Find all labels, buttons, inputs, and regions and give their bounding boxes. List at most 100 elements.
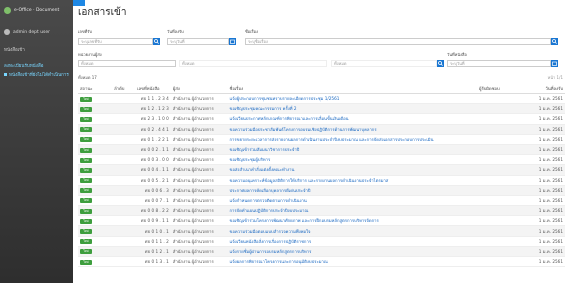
- table-row[interactable]: ใหม่ ศธ 0 1 . 2 2 1 สำนักงาน ผู้อำนวยการ กา…: [78, 134, 565, 145]
- no-cell: [112, 225, 136, 237]
- no-cell: [112, 215, 136, 227]
- owner-cell: [477, 113, 518, 125]
- title-cell[interactable]: การขยายระยะเวลาการส่งรายงานผลการดำเนินงา…: [227, 134, 478, 145]
- owner-cell: [477, 205, 518, 217]
- title-cell[interactable]: แจ้งเวียนหนังสือสั่งการเรื่องการปฏิบัติร…: [227, 236, 478, 247]
- app-logo[interactable]: e-Office · Document: [4, 4, 68, 16]
- docno-cell: ศธ 0 2 . 4 4 1: [135, 124, 171, 135]
- owner-cell: [477, 144, 518, 156]
- title-cell[interactable]: ขอเชิญเข้าร่วมสัมมนาวิชาการประจำปี: [227, 144, 478, 156]
- table-body: ใหม่ ศธ 1 1 . 2 3 4 สำนักงาน ผู้อำนวยการ แจ…: [78, 93, 565, 268]
- title-cell[interactable]: แจ้งรายชื่อผู้ผ่านการอบรมหลักสูตรการบริห…: [227, 246, 478, 258]
- docno-cell: ศธ 0 1 . 2 2 1: [135, 134, 171, 145]
- status-cell: ใหม่: [78, 205, 113, 217]
- no-cell: [112, 185, 136, 196]
- title-cell[interactable]: แจ้งผู้ประกอบการชุมชนทราบรายละเอียดการปร…: [227, 93, 478, 105]
- title-cell[interactable]: การจัดทำแผนปฏิบัติการประจำปีงบประมาณ: [227, 205, 478, 217]
- filter-search-button[interactable]: [437, 60, 444, 67]
- receive-date-input[interactable]: ระบุวันที่: [167, 38, 229, 45]
- table-row[interactable]: ใหม่ ศธ 0 1 1 . 2 สำนักงาน ผู้อำนวยการ แจ้ง…: [78, 236, 565, 247]
- table-row[interactable]: ใหม่ ศธ 0 0 9 . 1 1 สำนักงาน ผู้อำนวยการ ขอ…: [78, 215, 565, 227]
- table-row[interactable]: ใหม่ ศธ 0 1 3 . 1 สำนักงาน ผู้อำนวยการ แจ้ง…: [78, 256, 565, 268]
- table-row[interactable]: ใหม่ ศธ 1 1 . 2 3 4 สำนักงาน ผู้อำนวยการ แจ…: [78, 93, 565, 105]
- sender-cell: สำนักงาน ผู้อำนวยการ: [170, 236, 228, 247]
- owner-cell: [477, 236, 518, 247]
- title-cell[interactable]: ขอเชิญเข้าร่วมโครงการพัฒนาศักยภาพ และการ…: [227, 215, 478, 227]
- table-row[interactable]: ใหม่ ศธ 1 2 . 1 2 3 สำนักงาน ผู้อำนวยการ ขอ…: [78, 103, 565, 115]
- status-cell: ใหม่: [78, 195, 113, 207]
- table-header-row: สถานะ ลำดับ เลขที่หนังสือ ผู้ส่ง ชื่อเรื…: [78, 84, 565, 94]
- sender-cell: สำนักงาน ผู้อำนวยการ: [170, 144, 228, 156]
- status-badge: ใหม่: [80, 198, 92, 204]
- table-row[interactable]: ใหม่ ศธ 0 0 6 . 3 สำนักงาน ผู้อำนวยการ ประก…: [78, 185, 565, 196]
- status-badge: ใหม่: [80, 137, 92, 143]
- title-input[interactable]: ระบุชื่อเรื่อง: [245, 38, 551, 45]
- table-row[interactable]: ใหม่ ศธ 2 3 . 1 0 0 สำนักงาน ผู้อำนวยการ แจ…: [78, 113, 565, 125]
- owner-cell: [477, 256, 518, 268]
- status-cell: ใหม่: [78, 185, 113, 196]
- title-cell[interactable]: ขอความอนุเคราะห์ข้อมูลสถิติการให้บริการ …: [227, 175, 478, 186]
- doc-date-input[interactable]: ระบุวันที่: [447, 60, 551, 67]
- title-search-button[interactable]: [551, 38, 558, 45]
- table-row[interactable]: ใหม่ ศธ 0 0 7 . 1 สำนักงาน ผู้อำนวยการ แจ้ง…: [78, 195, 565, 207]
- title-cell[interactable]: ขอความร่วมมือประชาสัมพันธ์โครงการอบรมเชิ…: [227, 124, 478, 135]
- title-cell[interactable]: ขอเชิญประชุมผู้บริหาร: [227, 154, 478, 166]
- no-cell: [112, 154, 136, 166]
- title-cell[interactable]: แจ้งเวียนประกาศหลักเกณฑ์การพิจารณาและการ…: [227, 113, 478, 125]
- title-cell[interactable]: ขอเชิญประชุมคณะกรรมการ ครั้งที่ 2: [227, 103, 478, 115]
- sender-cell: สำนักงาน ผู้อำนวยการ: [170, 124, 228, 135]
- calendar-icon: [230, 39, 235, 44]
- date-cell: 1 ม.ค. 2561: [517, 103, 565, 115]
- sender-cell: สำนักงาน ผู้อำนวยการ: [170, 225, 228, 237]
- table-row[interactable]: ใหม่ ศธ 0 0 8 . 2 2 สำนักงาน ผู้อำนวยการ กา…: [78, 205, 565, 217]
- owner-cell: [477, 195, 518, 207]
- date-cell: 1 ม.ค. 2561: [517, 134, 565, 145]
- doc-date-picker-button[interactable]: [551, 60, 558, 67]
- col-status[interactable]: สถานะ: [78, 84, 113, 94]
- user-info[interactable]: admin dept user: [4, 29, 50, 35]
- owner-cell: [477, 124, 518, 135]
- status-badge: ใหม่: [80, 96, 92, 102]
- status-badge: ใหม่: [80, 259, 92, 265]
- title-cell[interactable]: ประกาศผลการคัดเลือกบุคลากรดีเด่นประจำปี: [227, 185, 478, 196]
- status-badge: ใหม่: [80, 127, 92, 133]
- sender-cell: สำนักงาน ผู้อำนวยการ: [170, 175, 228, 186]
- table-row[interactable]: ใหม่ ศธ 0 0 5 . 2 1 สำนักงาน ผู้อำนวยการ ขอ…: [78, 175, 565, 186]
- table-row[interactable]: ใหม่ ศธ 0 2 . 4 4 1 สำนักงาน ผู้อำนวยการ ขอ…: [78, 124, 565, 135]
- table-row[interactable]: ใหม่ ศธ 0 0 4 . 1 1 สำนักงาน ผู้อำนวยการ ขอ…: [78, 164, 565, 176]
- sidebar-item-pending[interactable]: หนังสือเข้าที่ยังไม่ได้ดำเนินการ: [4, 71, 69, 78]
- no-cell: [112, 256, 136, 268]
- table-row[interactable]: ใหม่ ศธ 0 0 3 . 0 0 สำนักงาน ผู้อำนวยการ ขอ…: [78, 154, 565, 166]
- type-select[interactable]: ทั้งหมด: [179, 60, 327, 67]
- sidebar-item-register[interactable]: ลงทะเบียนรับหนังสือ: [4, 62, 43, 69]
- title-cell[interactable]: แจ้งกำหนดการตรวจติดตามการดำเนินงาน: [227, 195, 478, 207]
- col-docno[interactable]: เลขที่หนังสือ: [135, 84, 171, 94]
- title-cell[interactable]: แจ้งผลการพิจารณาโครงการและการอนุมัติงบปร…: [227, 256, 478, 268]
- title-cell[interactable]: ขอส่งสำเนาคำสั่งแต่งตั้งคณะทำงาน: [227, 164, 478, 176]
- status-cell: ใหม่: [78, 134, 113, 145]
- status-select[interactable]: ทั้งหมด: [331, 60, 437, 67]
- date-picker-button[interactable]: [229, 38, 236, 45]
- sender-select[interactable]: ทั้งหมด: [78, 60, 176, 67]
- main-content: เอกสารเข้า เลขที่รับ ระบุเลขที่รับ วันที…: [73, 0, 569, 283]
- table-row[interactable]: ใหม่ ศธ 0 1 2 . 1 สำนักงาน ผู้อำนวยการ แจ้ง…: [78, 246, 565, 258]
- col-no[interactable]: ลำดับ: [112, 84, 136, 94]
- sender-cell: สำนักงาน ผู้อำนวยการ: [170, 256, 228, 268]
- receive-no-input[interactable]: ระบุเลขที่รับ: [78, 38, 153, 45]
- sender-cell: สำนักงาน ผู้อำนวยการ: [170, 185, 228, 196]
- title-cell[interactable]: ขอความร่วมมือตอบแบบสำรวจความพึงพอใจ: [227, 225, 478, 237]
- table-row[interactable]: ใหม่ ศธ 0 1 0 . 1 สำนักงาน ผู้อำนวยการ ขอคว…: [78, 225, 565, 237]
- col-owner[interactable]: ผู้รับผิดชอบ: [477, 84, 518, 94]
- page-title: เอกสารเข้า: [78, 7, 127, 18]
- date-cell: 1 ม.ค. 2561: [517, 195, 565, 207]
- table-row[interactable]: ใหม่ ศธ 0 0 2 . 1 1 สำนักงาน ผู้อำนวยการ ขอ…: [78, 144, 565, 156]
- date-cell: 1 ม.ค. 2561: [517, 205, 565, 217]
- status-cell: ใหม่: [78, 256, 113, 268]
- owner-cell: [477, 225, 518, 237]
- status-cell: ใหม่: [78, 113, 113, 125]
- col-title[interactable]: ชื่อเรื่อง: [227, 84, 478, 94]
- search-button[interactable]: [153, 38, 160, 45]
- col-sender[interactable]: ผู้ส่ง: [170, 84, 228, 94]
- bullet-icon: [4, 73, 7, 76]
- col-date[interactable]: วันที่ลงรับ: [517, 84, 565, 94]
